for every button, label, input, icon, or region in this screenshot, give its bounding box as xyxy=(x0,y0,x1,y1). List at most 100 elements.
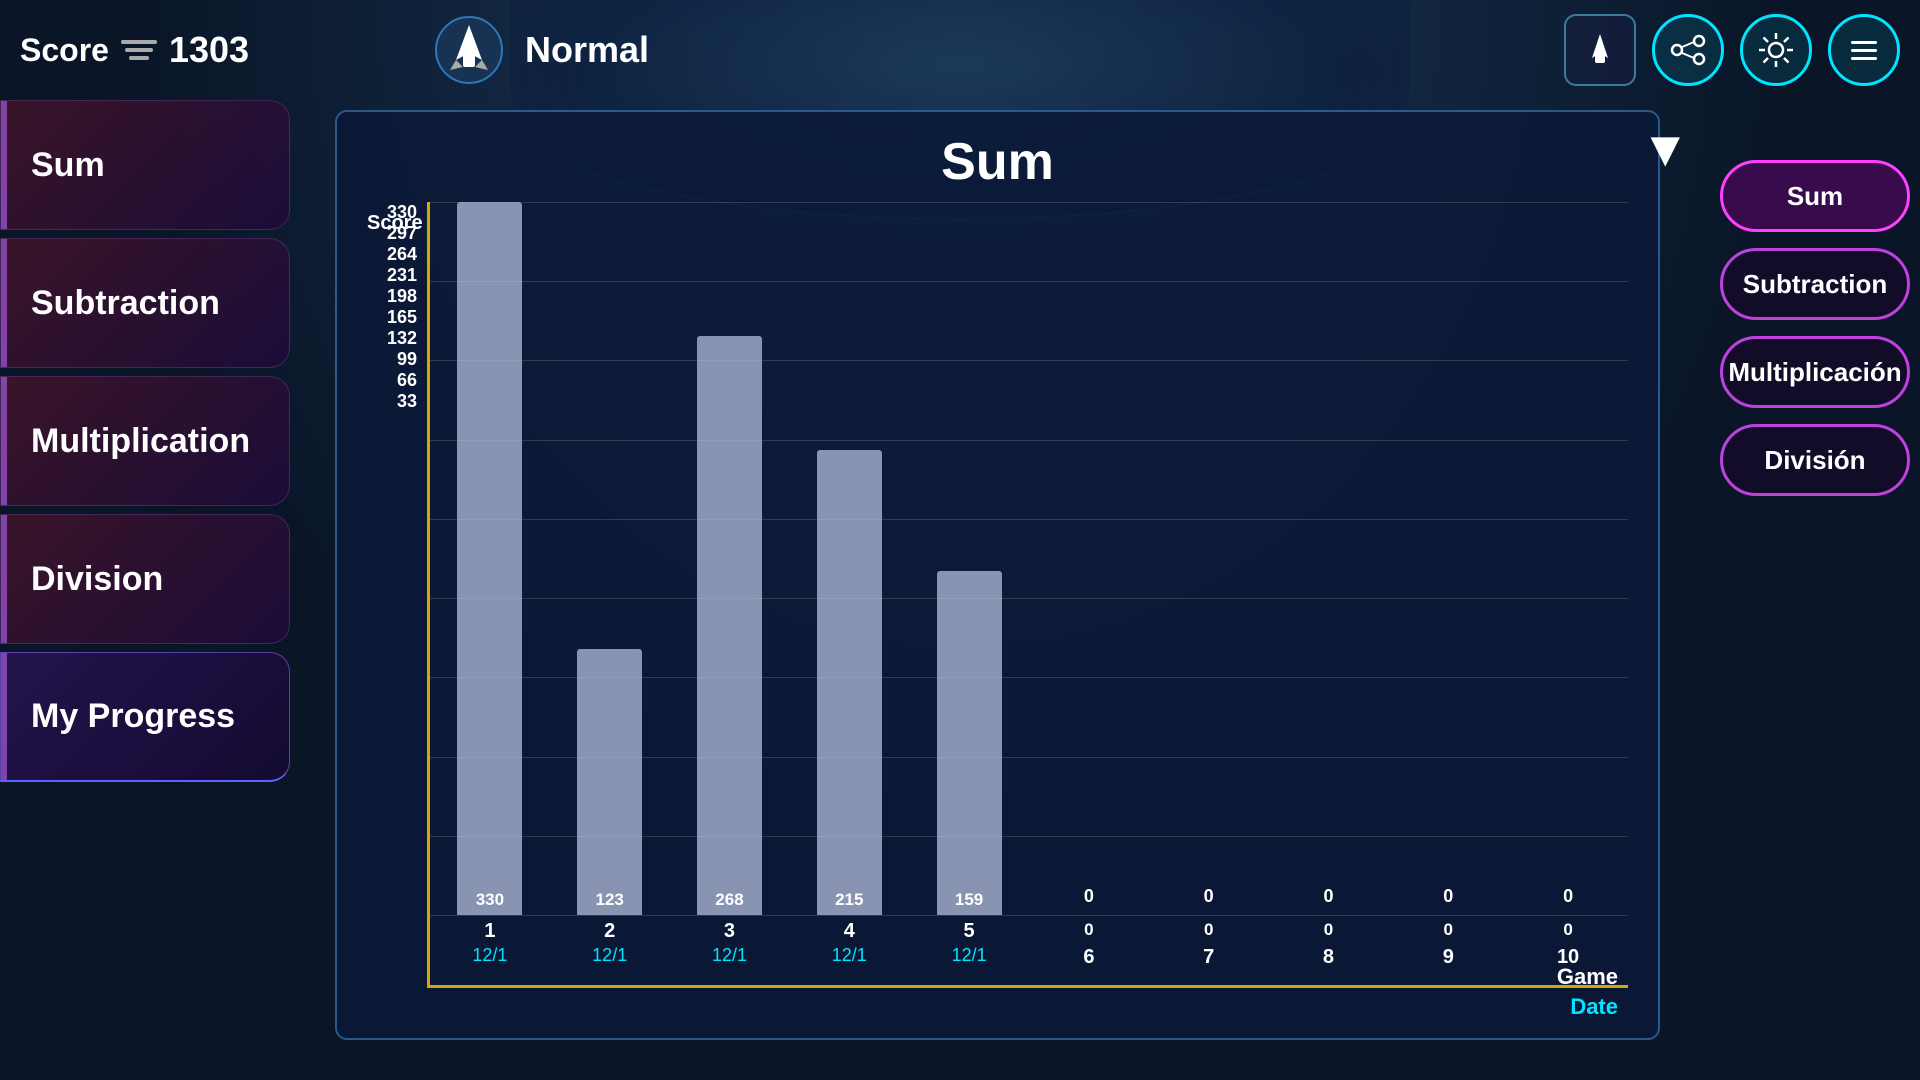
bar-value: 268 xyxy=(715,890,743,910)
x-game-number: 8 xyxy=(1323,946,1334,969)
bar-zero-value: 0 xyxy=(1444,920,1453,940)
x-game-number: 2 xyxy=(604,920,615,943)
x-axis-label: Game xyxy=(1557,964,1618,990)
chart-plot: 33012326821515900000 112/1212/1312/1412/… xyxy=(427,202,1628,988)
x-date: 12/1 xyxy=(832,945,867,966)
bar: 123 xyxy=(577,649,642,915)
bar-zero-label: 0 xyxy=(1443,886,1453,907)
x-date: 12/1 xyxy=(472,945,507,966)
right-btn-division[interactable]: División xyxy=(1720,424,1910,496)
y-axis-title: Score xyxy=(367,212,423,235)
bar-group: 0 xyxy=(1039,202,1139,915)
sidebar-item-sum-label: Sum xyxy=(31,146,105,185)
x-date: 12/1 xyxy=(952,945,987,966)
bar-zero-label: 0 xyxy=(1323,886,1333,907)
sidebar-item-multiplication-label: Multiplication xyxy=(31,422,250,461)
y-axis-value: 165 xyxy=(387,307,417,328)
x-label-group: 08 xyxy=(1279,915,1379,969)
sidebar-item-sum[interactable]: Sum xyxy=(0,100,290,230)
main-content: Sum Score 330297264231198165132996633 33… xyxy=(315,90,1680,1060)
bar-zero-label: 0 xyxy=(1084,886,1094,907)
bar-zero-value: 0 xyxy=(1204,920,1213,940)
y-axis: 330297264231198165132996633 xyxy=(367,202,427,512)
right-btn-sum[interactable]: Sum xyxy=(1720,160,1910,232)
x-game-number: 4 xyxy=(844,920,855,943)
x-game-number: 3 xyxy=(724,920,735,943)
score-section: Score 1303 xyxy=(20,29,249,71)
bar-zero-value: 0 xyxy=(1084,920,1093,940)
x-date: 12/1 xyxy=(592,945,627,966)
sidebar-item-multiplication[interactable]: Multiplication xyxy=(0,376,290,506)
score-icon xyxy=(119,35,159,65)
sidebar: Sum Subtraction Multiplication Division … xyxy=(0,90,310,792)
sidebar-item-division-label: Division xyxy=(31,560,163,599)
bar: 330 xyxy=(457,202,522,915)
x-date: 12/1 xyxy=(712,945,747,966)
bar-group: 268 xyxy=(680,202,780,915)
x-label-group: 412/1 xyxy=(799,915,899,966)
bar-zero-value: 0 xyxy=(1563,920,1572,940)
date-label: Date xyxy=(1570,994,1618,1020)
menu-button[interactable] xyxy=(1828,14,1900,86)
bar-value: 330 xyxy=(476,890,504,910)
bar-group: 0 xyxy=(1518,202,1618,915)
y-axis-value: 99 xyxy=(397,349,417,370)
x-label-group: 212/1 xyxy=(560,915,660,966)
y-axis-value: 66 xyxy=(397,370,417,391)
sidebar-item-subtraction[interactable]: Subtraction xyxy=(0,238,290,368)
y-axis-value: 264 xyxy=(387,244,417,265)
x-game-number: 1 xyxy=(484,920,495,943)
x-label-group: 112/1 xyxy=(440,915,540,966)
sidebar-item-my-progress[interactable]: My Progress xyxy=(0,652,290,782)
y-axis-value: 198 xyxy=(387,286,417,307)
score-value: 1303 xyxy=(169,29,249,71)
x-game-number: 6 xyxy=(1083,946,1094,969)
down-arrow-icon: ▼ xyxy=(1641,120,1691,178)
bar-value: 159 xyxy=(955,890,983,910)
x-label-group: 09 xyxy=(1398,915,1498,969)
bar-value: 123 xyxy=(596,890,624,910)
settings-button[interactable] xyxy=(1740,14,1812,86)
sidebar-item-subtraction-label: Subtraction xyxy=(31,284,220,323)
sidebar-item-my-progress-label: My Progress xyxy=(31,697,235,736)
score-label: Score xyxy=(20,32,109,69)
x-label-group: 512/1 xyxy=(919,915,1019,966)
bar-group: 0 xyxy=(1159,202,1259,915)
y-axis-value: 33 xyxy=(397,391,417,412)
bar: 215 xyxy=(817,450,882,915)
bars-wrapper: 330 123 268 215 159 0 0 0 0 0 xyxy=(430,202,1628,915)
chart-container: Sum Score 330297264231198165132996633 33… xyxy=(335,110,1660,1040)
sidebar-item-division[interactable]: Division xyxy=(0,514,290,644)
x-label-group: 312/1 xyxy=(680,915,780,966)
share-button[interactable] xyxy=(1652,14,1724,86)
x-label-group: 010 xyxy=(1518,915,1618,969)
x-labels: 112/1212/1312/1412/1512/106070809010 xyxy=(430,915,1628,985)
x-game-number: 9 xyxy=(1443,946,1454,969)
bar-group: 0 xyxy=(1398,202,1498,915)
bar-group: 123 xyxy=(560,202,660,915)
bar-group: 215 xyxy=(799,202,899,915)
right-btn-subtraction[interactable]: Subtraction xyxy=(1720,248,1910,320)
rocket-button[interactable] xyxy=(1564,14,1636,86)
x-label-group: 06 xyxy=(1039,915,1139,969)
bar-group: 0 xyxy=(1279,202,1379,915)
x-game-number: 5 xyxy=(964,920,975,943)
right-btn-multiplicacion[interactable]: Multiplicación xyxy=(1720,336,1910,408)
header-icons xyxy=(1564,14,1900,86)
bar-zero-label: 0 xyxy=(1563,886,1573,907)
x-label-group: 07 xyxy=(1159,915,1259,969)
bar-group: 330 xyxy=(440,202,540,915)
y-axis-value: 231 xyxy=(387,265,417,286)
bar-zero-label: 0 xyxy=(1204,886,1214,907)
game-mode-label: Normal xyxy=(525,29,649,71)
bar-zero-value: 0 xyxy=(1324,920,1333,940)
bar: 268 xyxy=(697,336,762,915)
chart-area: Score 330297264231198165132996633 330123… xyxy=(367,202,1628,988)
header: Score 1303 Normal xyxy=(0,0,1920,100)
bar: 159 xyxy=(937,571,1002,915)
chart-title: Sum xyxy=(367,132,1628,192)
bar-group: 159 xyxy=(919,202,1019,915)
y-axis-value: 132 xyxy=(387,328,417,349)
right-panel: Sum Subtraction Multiplicación División xyxy=(1700,100,1920,516)
x-game-number: 7 xyxy=(1203,946,1214,969)
